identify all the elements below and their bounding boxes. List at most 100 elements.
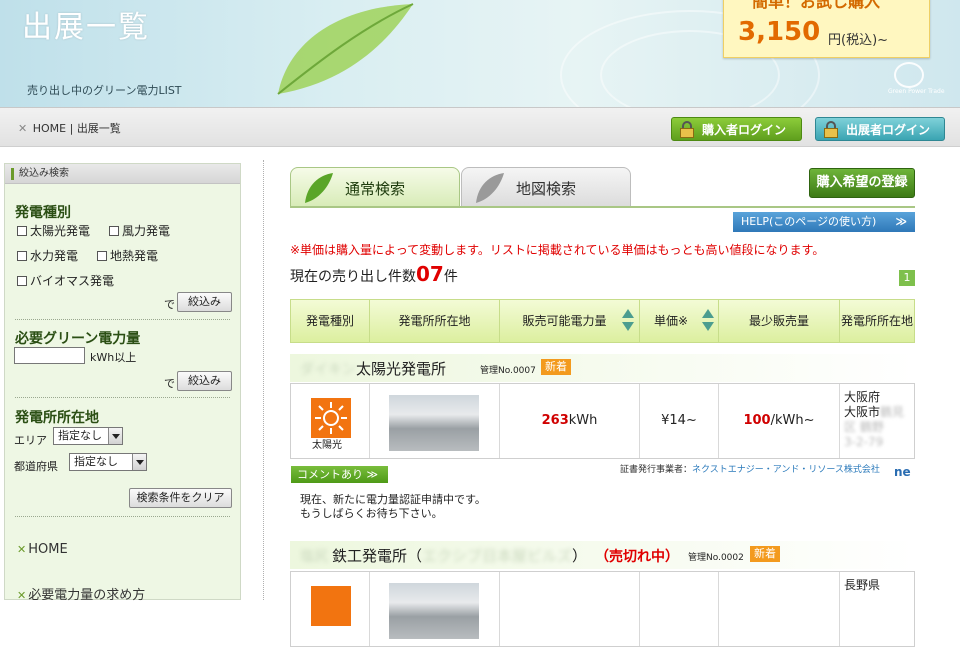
area-select[interactable]: 指定なし (53, 427, 123, 445)
management-number: 管理No.0007 (480, 366, 536, 376)
sold-out-label: （売切れ中） (595, 549, 679, 565)
divider (15, 397, 230, 398)
crumb-marker-icon: ✕ (18, 122, 28, 135)
sort-arrows-icon[interactable] (622, 309, 634, 333)
breadcrumb-current: 出展一覧 (76, 122, 121, 135)
breadcrumb-separator: | (69, 122, 74, 135)
cell-unit-price (640, 572, 719, 646)
plant-location: 大阪府 大阪市鶴見 区 鶴野 3-2-79 (844, 390, 905, 449)
sidebar-link-home[interactable]: ✕ HOME (17, 542, 68, 557)
gp-logo-mark (894, 62, 924, 88)
tab-normal-label: 通常検索 (345, 180, 406, 198)
col-unit-price[interactable]: 単価※ (640, 300, 719, 342)
breadcrumb-bar: ✕ HOME | 出展一覧 購入者ログイン 出展者ログイン (0, 107, 960, 147)
cell-plant-photo (370, 384, 500, 458)
solar-icon (311, 398, 351, 438)
plant-photo[interactable] (389, 583, 479, 639)
type-label: 太陽光 (312, 440, 342, 451)
lock-icon (680, 121, 694, 138)
trial-purchase-banner[interactable]: 簡単！お試し購入 3,150 円(税込)~ (723, 0, 930, 58)
buyer-login-button[interactable]: 購入者ログイン (671, 117, 802, 141)
col-location: 発電所所在地 (840, 313, 913, 328)
register-purchase-wish-button[interactable]: 購入希望の登録 (809, 168, 915, 198)
divider (15, 319, 230, 320)
area-label: エリア (14, 434, 47, 447)
tab-underline (290, 206, 915, 208)
price-notice: ※単価は購入量によって変動します。リストに掲載されている単価はもっとも高い値段に… (290, 243, 825, 257)
col-available-amount[interactable]: 販売可能電力量 (500, 300, 640, 342)
prefecture-label: 都道府県 (14, 460, 58, 473)
cell-location: 長野県 (840, 572, 914, 646)
de-label: で (164, 298, 175, 311)
cell-type (291, 572, 370, 646)
leaf-illustration (277, 3, 414, 95)
tab-map-label: 地図検索 (516, 180, 577, 198)
checkbox-wind[interactable]: 風力発電 (109, 222, 170, 239)
chevron-down-icon (108, 428, 122, 444)
comment-toggle-button[interactable]: コメントあり ≫ (291, 466, 388, 483)
amount-unit: kWh以上 (90, 351, 137, 364)
tab-map-search[interactable]: 地図検索 (461, 167, 631, 207)
column-divider (263, 160, 264, 600)
link-marker-icon: ✕ (17, 589, 27, 602)
filter-type-button[interactable]: 絞込み (177, 292, 232, 312)
amount-input[interactable] (14, 347, 85, 364)
blurred-company-name: 塩尻 (300, 549, 328, 565)
checkbox-solar[interactable]: 太陽光発電 (17, 222, 90, 239)
link-marker-icon: ✕ (17, 543, 27, 556)
cell-available-amount: 263kWh (500, 384, 640, 458)
cell-plant-photo (370, 572, 500, 646)
gp-logo-text: Green Power Trade (888, 88, 945, 95)
cell-available-amount (500, 572, 640, 646)
prefecture-select[interactable]: 指定なし (69, 453, 147, 471)
checkbox-biomass[interactable]: バイオマス発電 (17, 272, 114, 289)
checkbox-geothermal[interactable]: 地熱発電 (97, 247, 158, 264)
col-type: 発電種別 (291, 300, 370, 342)
checkbox-hydro[interactable]: 水力発電 (17, 247, 78, 264)
plant-photo[interactable] (389, 395, 479, 451)
min-amount-value: 100 (743, 413, 771, 428)
listing-count-number: 07 (416, 262, 444, 286)
promo-headline: 簡単！お試し購入 (752, 0, 881, 11)
power-type-title: 発電種別 (15, 205, 71, 221)
seller-login-button[interactable]: 出展者ログイン (815, 117, 945, 141)
table-header: 発電種別 発電所所在地 販売可能電力量 単価※ 最少販売量 発電所所在地 (290, 299, 915, 343)
sidebar-link-how-to-calc[interactable]: ✕ 必要電力量の求め方 (17, 584, 145, 603)
solar-icon (311, 586, 351, 626)
plant-location: 長野県 (844, 578, 881, 592)
cell-min-amount: 100/kWh~ (719, 384, 840, 458)
sidebar-heading: 絞込み検索 (5, 164, 240, 184)
filter-amount-button[interactable]: 絞込み (177, 371, 232, 391)
clear-search-button[interactable]: 検索条件をクリア (129, 488, 232, 508)
promo-tax: 円(税込)~ (828, 33, 889, 48)
unit-price-value: ¥14~ (661, 413, 697, 428)
new-badge: 新着 (541, 359, 571, 375)
page-subtitle: 売り出し中のグリーン電力LIST (27, 84, 182, 97)
listing-comment: 現在、新たに電力量認証申請中です。 もうしばらくお待ち下さい。 (300, 493, 486, 520)
page-title: 出展一覧 (22, 10, 150, 45)
issuer-link[interactable]: ネクストエナジー・アンド・リソース株式会社 (692, 465, 880, 475)
listing-title-bar[interactable]: ダイキン 太陽光発電所 管理No.0007 新着 (290, 354, 915, 382)
listing-title-bar[interactable]: 塩尻 鉄工発電所（エクシブ日本屋ビルズ） （売切れ中） 管理No.0002 新着 (290, 541, 915, 569)
listing-count: 現在の売り出し件数07件 (290, 262, 458, 286)
available-amount-value: 263 (541, 413, 569, 428)
promo-price: 3,150 (738, 17, 821, 47)
de-label: で (164, 377, 175, 390)
management-number: 管理No.0002 (688, 553, 744, 563)
green-leaf-icon (305, 173, 333, 203)
page-number-1[interactable]: 1 (899, 270, 915, 286)
cell-type: 太陽光 (291, 384, 370, 458)
plant-name: 鉄工発電所（エクシブ日本屋ビルズ） (332, 547, 588, 565)
breadcrumb-home[interactable]: HOME (33, 122, 66, 135)
sort-arrows-icon[interactable] (702, 309, 714, 333)
divider (15, 516, 230, 517)
tab-normal-search[interactable]: 通常検索 (290, 167, 460, 207)
help-link[interactable]: HELP(このページの使い方) ≫ (733, 212, 915, 232)
table-row[interactable]: 太陽光 263kWh ¥14~ 100/kWh~ 大阪府 大阪市鶴見 区 鶴野 … (290, 383, 915, 459)
cell-location: 大阪府 大阪市鶴見 区 鶴野 3-2-79 (840, 384, 914, 458)
certificate-issuer: 証書発行事業者：ネクストエナジー・アンド・リソース株式会社 (620, 465, 880, 475)
table-row[interactable]: 長野県 (290, 571, 915, 647)
new-badge: 新着 (750, 546, 780, 562)
page-header: 出展一覧 売り出し中のグリーン電力LIST 簡単！お試し購入 3,150 円(税… (0, 0, 960, 107)
issuer-logo: ne (894, 465, 911, 479)
